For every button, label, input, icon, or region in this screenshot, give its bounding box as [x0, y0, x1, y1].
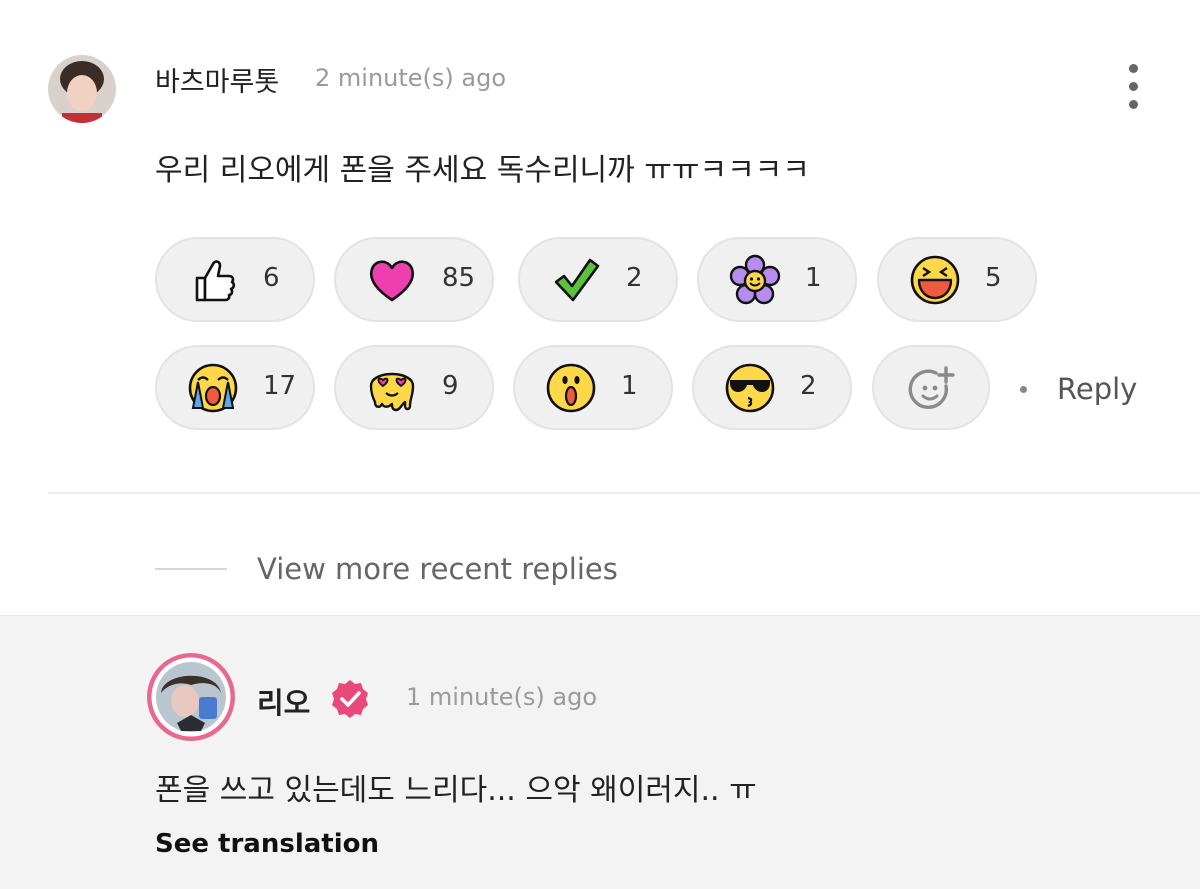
reaction-melting-love[interactable]: 9 — [334, 345, 494, 430]
separator-dot — [1020, 386, 1027, 393]
reply-button[interactable]: Reply — [1057, 372, 1137, 406]
reply-username[interactable]: 리오 — [257, 680, 310, 722]
view-more-replies-link[interactable]: View more recent replies — [257, 552, 618, 586]
reaction-checkmark[interactable]: 2 — [518, 237, 678, 322]
flower-icon — [729, 254, 781, 305]
verified-badge-icon — [332, 680, 368, 718]
surprised-face-icon — [546, 363, 596, 413]
crying-face-icon — [188, 363, 238, 413]
add-reaction-button[interactable] — [872, 345, 990, 430]
see-translation-link[interactable]: See translation — [155, 829, 379, 859]
reaction-count: 2 — [626, 263, 643, 293]
reply-timestamp: 1 minute(s) ago — [406, 683, 598, 711]
reaction-count: 6 — [263, 263, 280, 293]
reaction-flower[interactable]: 1 — [697, 237, 857, 322]
laughing-face-icon — [910, 255, 960, 305]
view-more-line — [155, 568, 227, 570]
more-options-icon[interactable] — [1121, 64, 1145, 114]
reaction-thumbs-up[interactable]: 6 — [155, 237, 315, 322]
reaction-surprised[interactable]: 1 — [513, 345, 673, 430]
reaction-laughing[interactable]: 5 — [877, 237, 1037, 322]
reply-text: 폰을 쓰고 있는데도 느리다... 으악 왜이러지.. ㅠ — [155, 773, 757, 808]
reaction-sunglasses-kiss[interactable]: 2 — [692, 345, 852, 430]
reaction-count: 17 — [263, 371, 297, 401]
commenter-avatar[interactable] — [48, 55, 116, 123]
checkmark-icon — [554, 258, 600, 302]
sunglasses-kiss-face-icon — [725, 363, 775, 413]
reaction-count: 9 — [442, 371, 459, 401]
reaction-count: 1 — [805, 263, 822, 293]
reply-avatar[interactable] — [147, 653, 235, 741]
reaction-crying[interactable]: 17 — [155, 345, 315, 430]
reaction-heart[interactable]: 85 — [334, 237, 494, 322]
thumbs-up-icon — [195, 260, 236, 302]
heart-icon — [369, 260, 415, 302]
melting-love-face-icon — [369, 372, 415, 412]
reaction-count: 1 — [621, 371, 638, 401]
comment-timestamp: 2 minute(s) ago — [315, 64, 507, 92]
add-reaction-icon — [908, 366, 955, 409]
reaction-count: 5 — [985, 263, 1002, 293]
comment-text: 우리 리오에게 폰을 주세요 독수리니까 ㅠㅠㅋㅋㅋㅋ — [155, 153, 810, 188]
comment-divider — [48, 492, 1200, 494]
reaction-count: 85 — [442, 263, 476, 293]
commenter-username[interactable]: 바츠마루톳 — [155, 60, 279, 99]
reaction-count: 2 — [800, 371, 817, 401]
